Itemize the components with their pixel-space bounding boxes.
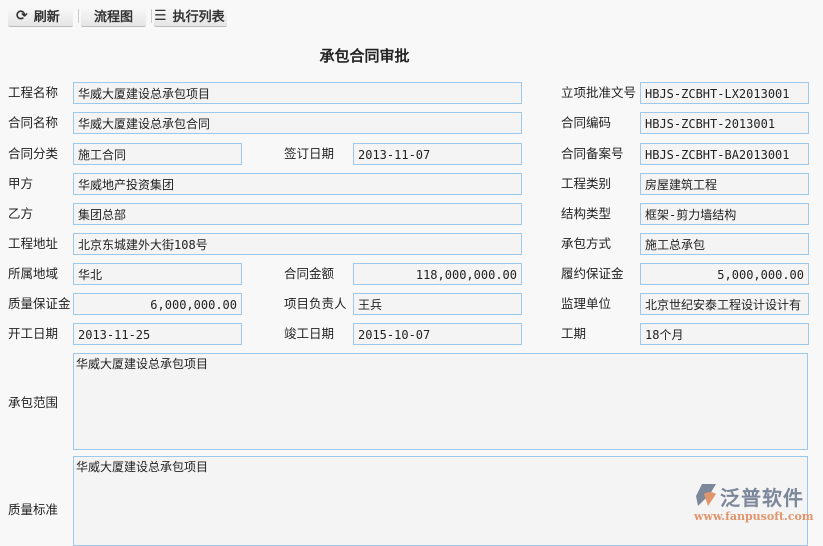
region-label: 所属地域 (8, 266, 59, 281)
sign-date-label: 签订日期 (284, 146, 335, 161)
project-name-field[interactable]: 华威大厦建设总承包项目 (73, 82, 522, 104)
exec-list-button[interactable]: ☰ 执行列表 (154, 5, 227, 27)
contract-name-field[interactable]: 华威大厦建设总承包合同 (73, 112, 522, 134)
address-label: 工程地址 (8, 236, 59, 251)
contract-mode-field[interactable]: 施工总承包 (640, 233, 809, 255)
quality-bond-label: 质量保证金 (8, 296, 71, 311)
logo: 泛普软件 www.fanpusoft.com (694, 482, 816, 526)
approval-no-field[interactable]: HBJS-ZCBHT-LX2013001 (640, 82, 809, 104)
amount-field[interactable]: 118,000,000.00 (353, 263, 522, 285)
duration-field[interactable]: 18个月 (640, 323, 809, 345)
structure-label: 结构类型 (561, 206, 612, 221)
manager-label: 项目负责人 (284, 296, 347, 311)
project-name-label: 工程名称 (8, 85, 59, 100)
supervisor-field[interactable]: 北京世纪安泰工程设计设计有 (640, 293, 809, 315)
list-icon: ☰ (154, 7, 167, 24)
party-a-label: 甲方 (8, 176, 34, 191)
performance-bond-label: 履约保证金 (561, 266, 624, 281)
quality-bond-field[interactable]: 6,000,000.00 (73, 293, 242, 315)
project-type-label: 工程类别 (561, 176, 612, 191)
start-date-field[interactable]: 2013-11-25 (73, 323, 242, 345)
party-a-field[interactable]: 华威地产投资集团 (73, 173, 522, 195)
contract-mode-label: 承包方式 (561, 236, 612, 251)
divider (78, 9, 79, 23)
start-date-label: 开工日期 (8, 326, 59, 341)
logo-icon (696, 484, 716, 506)
sign-date-field[interactable]: 2013-11-07 (353, 143, 522, 165)
divider (151, 9, 152, 23)
contract-name-label: 合同名称 (8, 115, 59, 130)
record-no-field[interactable]: HBJS-ZCBHT-BA2013001 (640, 143, 809, 165)
structure-field[interactable]: 框架-剪力墙结构 (640, 203, 809, 225)
refresh-icon: ⟳ (16, 7, 28, 24)
party-b-field[interactable]: 集团总部 (73, 203, 522, 225)
record-no-label: 合同备案号 (561, 146, 624, 161)
project-type-field[interactable]: 房屋建筑工程 (640, 173, 809, 195)
address-field[interactable]: 北京东城建外大街108号 (73, 233, 522, 255)
scope-textarea[interactable]: 华威大厦建设总承包项目 (73, 353, 808, 450)
end-date-field[interactable]: 2015-10-07 (353, 323, 522, 345)
duration-label: 工期 (561, 326, 587, 341)
performance-bond-field[interactable]: 5,000,000.00 (640, 263, 809, 285)
approval-no-label: 立项批准文号 (561, 85, 637, 100)
quality-label: 质量标准 (8, 502, 59, 517)
refresh-button[interactable]: ⟳ 刷新 (8, 5, 73, 27)
scope-label: 承包范围 (8, 395, 59, 410)
party-b-label: 乙方 (8, 206, 34, 221)
contract-type-field[interactable]: 施工合同 (73, 143, 242, 165)
end-date-label: 竣工日期 (284, 326, 335, 341)
contract-code-label: 合同编码 (561, 115, 612, 130)
flowchart-button[interactable]: 流程图 (81, 5, 146, 27)
contract-code-field[interactable]: HBJS-ZCBHT-2013001 (640, 112, 809, 134)
manager-field[interactable]: 王兵 (353, 293, 522, 315)
amount-label: 合同金额 (284, 266, 335, 281)
page-title: 承包合同审批 (319, 47, 410, 65)
region-field[interactable]: 华北 (73, 263, 242, 285)
supervisor-label: 监理单位 (561, 296, 612, 311)
contract-type-label: 合同分类 (8, 146, 59, 161)
